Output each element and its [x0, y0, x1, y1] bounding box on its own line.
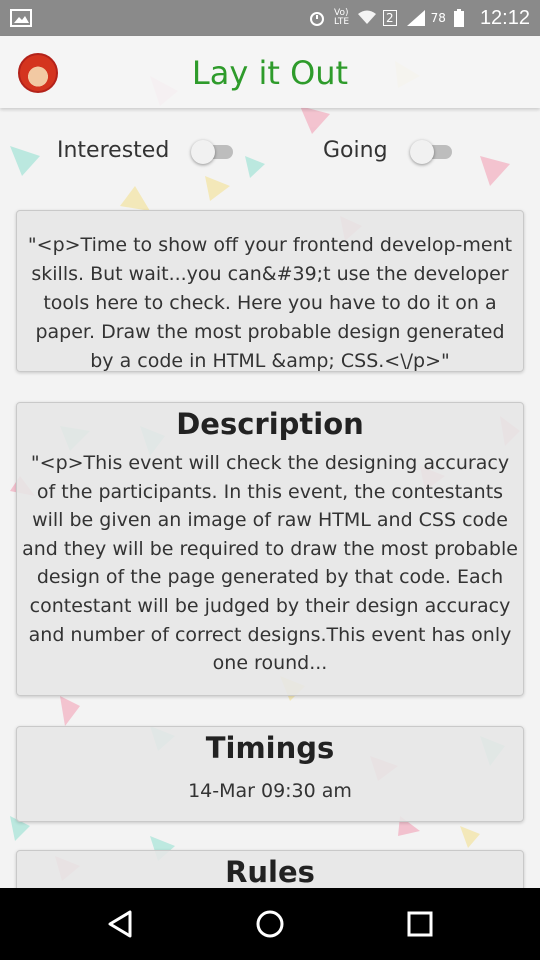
rules-heading: Rules — [225, 855, 315, 889]
description-heading: Description — [176, 407, 364, 441]
clock: 12:12 — [479, 6, 530, 29]
going-label: Going — [323, 138, 388, 163]
timings-value: 14-Mar 09:30 am — [188, 780, 352, 802]
page-title: Lay it Out — [191, 54, 349, 92]
intro-card: "<p>Time to show off your frontend devel… — [16, 210, 524, 372]
sim2-icon: 2 — [383, 10, 397, 26]
home-icon[interactable] — [252, 906, 288, 942]
intro-text: "<p>Time to show off your frontend devel… — [27, 234, 513, 372]
description-card[interactable]: Description "<p>This event will check th… — [16, 402, 524, 696]
recents-icon[interactable] — [402, 906, 438, 942]
going-toggle-group[interactable]: Going — [323, 138, 456, 164]
battery-icon — [453, 9, 472, 27]
description-text: "<p>This event will check the designing … — [22, 452, 518, 675]
back-icon[interactable] — [102, 906, 138, 942]
navigation-bar — [0, 888, 540, 960]
volte-icon: Vo) LTE — [334, 8, 350, 27]
battery-level: 78 — [430, 11, 446, 25]
toggle-row: Interested Going — [0, 138, 540, 178]
gallery-icon — [10, 9, 32, 27]
interested-toggle-group[interactable]: Interested — [57, 138, 237, 164]
wifi-icon — [357, 9, 377, 27]
status-bar: Vo) LTE 2 78 12:12 — [0, 0, 540, 36]
going-switch[interactable] — [409, 139, 456, 164]
switch-thumb[interactable] — [191, 139, 216, 164]
interested-switch[interactable] — [191, 139, 237, 164]
timings-card: Timings 14-Mar 09:30 am — [16, 726, 524, 822]
app-bar: Lay it Out — [0, 36, 540, 108]
interested-label: Interested — [57, 138, 170, 163]
signal-icon — [405, 9, 425, 27]
switch-thumb[interactable] — [409, 139, 434, 164]
alarm-icon — [308, 9, 326, 27]
timings-heading: Timings — [205, 731, 335, 765]
